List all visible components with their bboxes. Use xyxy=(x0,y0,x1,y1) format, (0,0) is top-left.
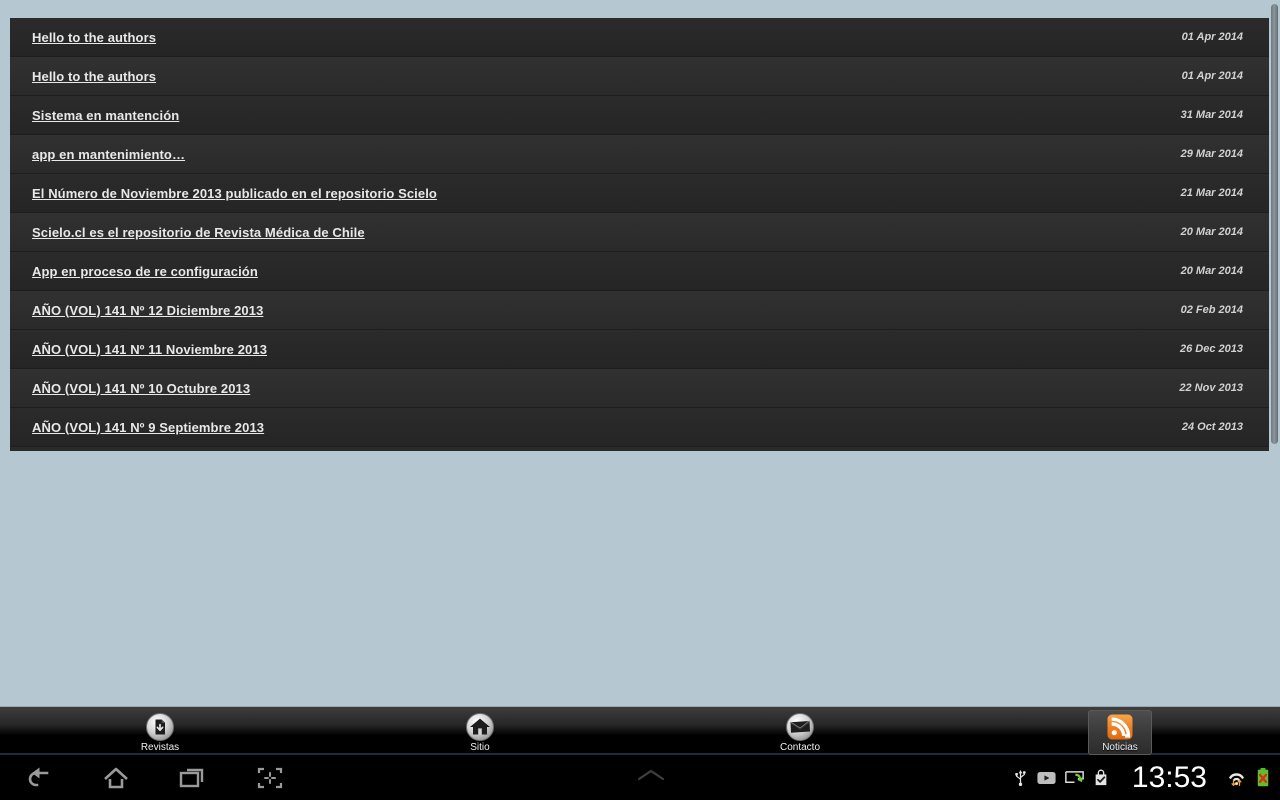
news-item-title: AÑO (VOL) 141 Nº 10 Octubre 2013 xyxy=(32,380,251,396)
news-item-date: 01 Apr 2014 xyxy=(1181,70,1243,82)
news-item-date: 02 Feb 2014 xyxy=(1180,304,1243,316)
youtube-icon xyxy=(1037,771,1056,785)
news-item-date: 21 Mar 2014 xyxy=(1180,187,1243,199)
wifi-icon xyxy=(1226,767,1247,788)
news-item-date: 22 Nov 2013 xyxy=(1179,382,1243,394)
news-item-date: 24 Oct 2013 xyxy=(1181,421,1243,433)
news-list-item[interactable]: Hello to the authors 01 Apr 2014 xyxy=(10,18,1269,57)
news-item-date: 20 Mar 2014 xyxy=(1180,265,1243,277)
envelope-icon xyxy=(785,712,815,742)
news-item-title: App en proceso de re configuración xyxy=(32,263,258,279)
news-list-item[interactable]: Scielo.cl es el repositorio de Revista M… xyxy=(10,213,1269,252)
status-icons: 13:53 xyxy=(1013,760,1270,794)
news-list-item[interactable]: El Número de Noviembre 2013 publicado en… xyxy=(10,174,1269,213)
chevron-up-icon[interactable] xyxy=(631,765,671,790)
status-clock: 13:53 xyxy=(1131,760,1207,794)
news-item-title: Scielo.cl es el repositorio de Revista M… xyxy=(32,224,365,240)
back-arrow-icon[interactable] xyxy=(20,759,58,797)
tablet-screen: Hello to the authors 01 Apr 2014 Hello t… xyxy=(0,0,1280,800)
battery-error-icon xyxy=(1256,767,1270,788)
tab-revistas[interactable]: Revistas xyxy=(0,707,320,753)
news-item-title: AÑO (VOL) 141 Nº 12 Diciembre 2013 xyxy=(32,302,264,318)
news-item-date: 20 Mar 2014 xyxy=(1180,226,1243,238)
news-item-date: 31 Mar 2014 xyxy=(1180,109,1243,121)
news-list-item[interactable]: AÑO (VOL) 141 Nº 9 Septiembre 2013 24 Oc… xyxy=(10,408,1269,447)
recent-apps-icon[interactable] xyxy=(174,759,212,797)
news-item-title: Hello to the authors xyxy=(32,29,157,45)
news-item-title: Sistema en mantención xyxy=(32,107,180,123)
tab-contacto[interactable]: Contacto xyxy=(640,707,960,753)
tab-label: Contacto xyxy=(779,742,821,753)
news-item-title: AÑO (VOL) 141 Nº 9 Septiembre 2013 xyxy=(32,419,265,435)
home-icon xyxy=(465,712,495,742)
news-list-item[interactable]: App en proceso de re configuración 20 Ma… xyxy=(10,252,1269,291)
play-store-check-icon xyxy=(1093,769,1109,787)
screencast-icon xyxy=(1065,770,1084,785)
rss-icon xyxy=(1105,712,1135,742)
usb-icon xyxy=(1013,768,1028,787)
screenshot-capture-icon[interactable] xyxy=(251,759,289,797)
news-list-item[interactable]: Hello to the authors 01 Apr 2014 xyxy=(10,57,1269,96)
news-list-item[interactable]: AÑO (VOL) 141 Nº 11 Noviembre 2013 26 De… xyxy=(10,330,1269,369)
news-item-date: 29 Mar 2014 xyxy=(1180,148,1243,160)
news-item-title: Hello to the authors xyxy=(32,68,157,84)
news-list-item[interactable]: AÑO (VOL) 141 Nº 10 Octubre 2013 22 Nov … xyxy=(10,369,1269,408)
tab-label: Revistas xyxy=(140,742,180,753)
tab-sitio[interactable]: Sitio xyxy=(320,707,640,753)
news-list-item[interactable]: AÑO (VOL) 141 Nº 12 Diciembre 2013 02 Fe… xyxy=(10,291,1269,330)
system-navigation-bar: 13:53 xyxy=(0,755,1280,800)
tab-label: Sitio xyxy=(470,742,490,753)
tab-noticias[interactable]: Noticias xyxy=(960,707,1280,755)
news-list-item[interactable]: app en mantenimiento… 29 Mar 2014 xyxy=(10,135,1269,174)
news-item-title: AÑO (VOL) 141 Nº 11 Noviembre 2013 xyxy=(32,341,268,357)
news-item-title: El Número de Noviembre 2013 publicado en… xyxy=(32,185,437,201)
document-download-icon xyxy=(145,712,175,742)
tab-label: Noticias xyxy=(1102,742,1138,753)
app-tab-bar: Revistas Sitio Contacto Noticias xyxy=(0,706,1280,755)
list-scrollbar[interactable] xyxy=(1271,4,1278,444)
news-item-date: 01 Apr 2014 xyxy=(1181,31,1243,43)
news-item-date: 26 Dec 2013 xyxy=(1180,343,1243,355)
news-list-item[interactable]: Sistema en mantención 31 Mar 2014 xyxy=(10,96,1269,135)
news-list[interactable]: Hello to the authors 01 Apr 2014 Hello t… xyxy=(10,18,1269,451)
home-outline-icon[interactable] xyxy=(97,759,135,797)
news-item-title: app en mantenimiento… xyxy=(32,146,186,162)
